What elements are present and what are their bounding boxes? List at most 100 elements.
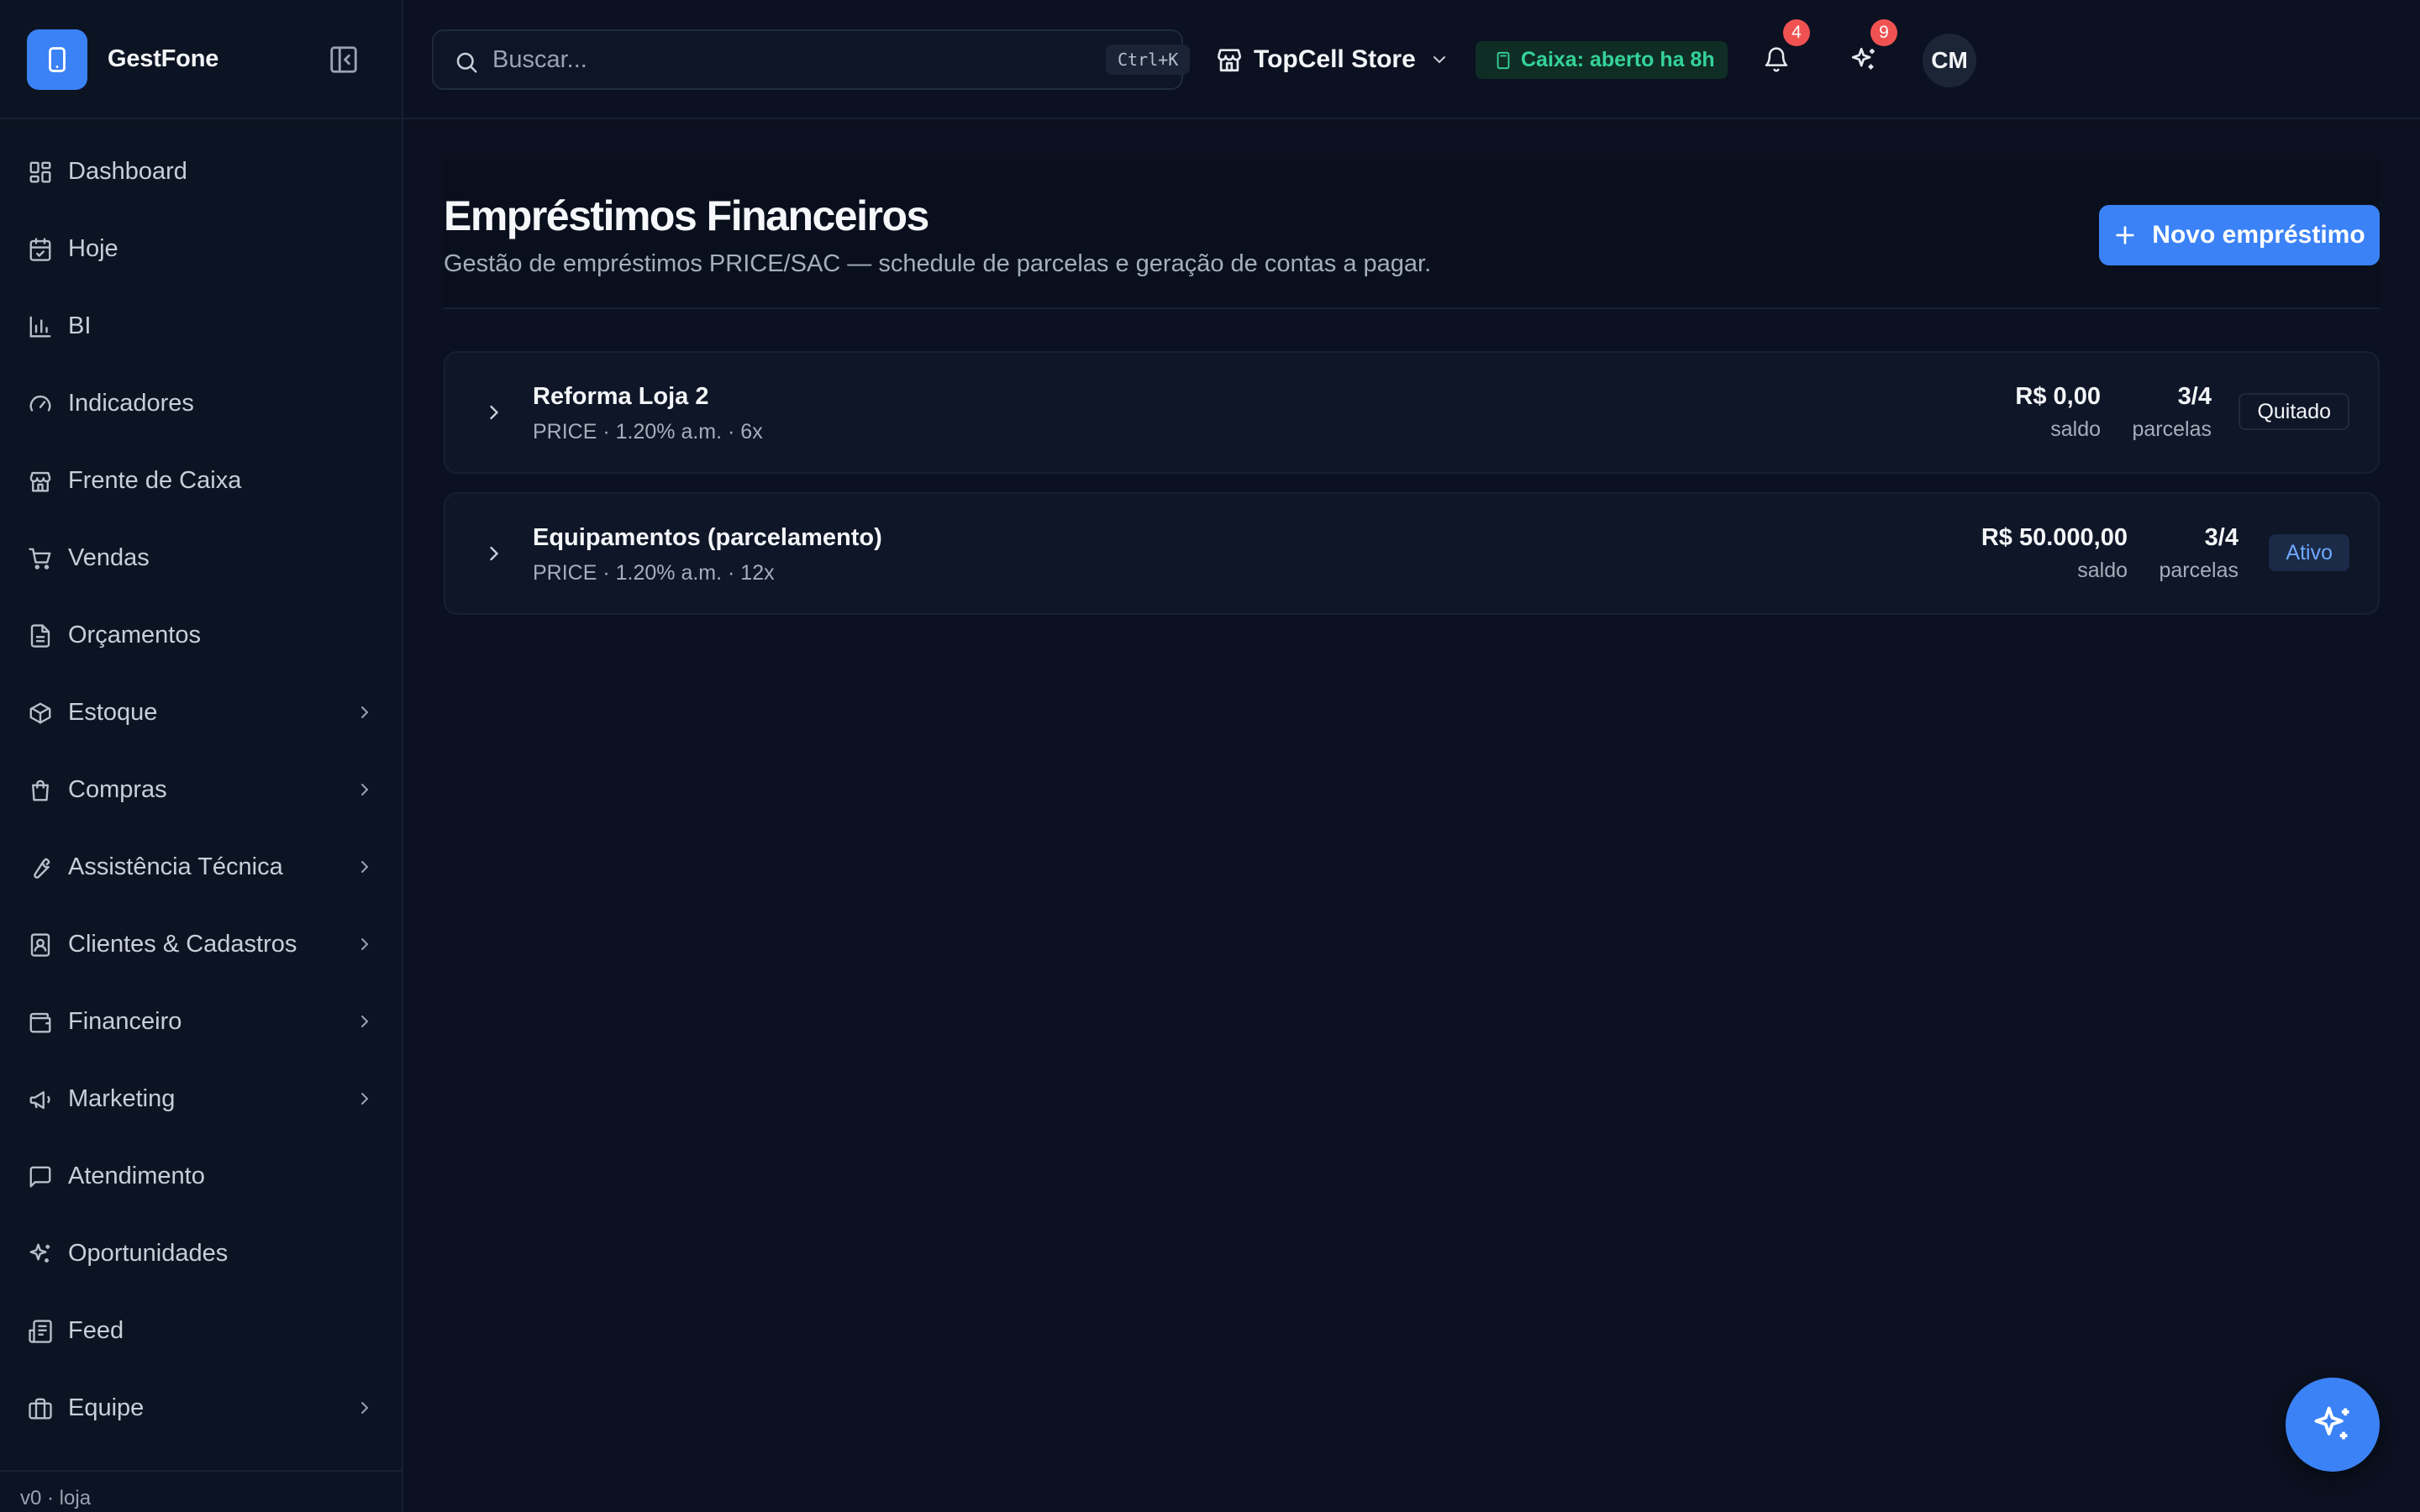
sidebar-item-bi[interactable]: BI — [0, 287, 402, 365]
chevron-right-icon[interactable] — [482, 401, 506, 424]
sidebar-item-orcamentos[interactable]: Orçamentos — [0, 596, 402, 674]
cash-register-status[interactable]: Caixa: aberto ha 8h — [1476, 41, 1728, 79]
sidebar-item-label: Clientes & Cadastros — [68, 931, 297, 958]
sidebar-item-hoje[interactable]: Hoje — [0, 210, 402, 287]
sidebar-item-financeiro[interactable]: Financeiro — [0, 983, 402, 1060]
sidebar-item-dashboard[interactable]: Dashboard — [0, 133, 402, 210]
store-icon — [27, 468, 54, 495]
loan-meta: PRICE · 1.20% a.m. · 6x — [533, 420, 763, 444]
sidebar-nav: Dashboard Hoje BI Indicadores Frente de … — [0, 133, 402, 1446]
page-title: Empréstimos Financeiros — [444, 192, 929, 239]
sidebar-item-label: Dashboard — [68, 158, 187, 185]
cart-icon — [27, 545, 54, 572]
chevron-right-icon — [355, 934, 375, 954]
loan-balance-label: saldo — [2050, 417, 2101, 441]
sidebar-item-label: Oportunidades — [68, 1240, 229, 1267]
ai-insights-button[interactable]: 9 — [1842, 19, 1897, 81]
page-subtitle: Gestão de empréstimos PRICE/SAC — schedu… — [444, 250, 1432, 277]
sidebar-item-label: Vendas — [68, 544, 150, 571]
chevron-right-icon — [355, 1011, 375, 1032]
search-input[interactable] — [492, 31, 1064, 88]
sparkles-icon — [27, 1241, 54, 1268]
sidebar-item-label: Hoje — [68, 235, 118, 262]
user-avatar[interactable]: CM — [1923, 34, 1976, 87]
version-label: v0 · loja — [20, 1487, 92, 1509]
calculator-icon — [1494, 51, 1512, 70]
sidebar-item-indicadores[interactable]: Indicadores — [0, 365, 402, 442]
chevron-right-icon — [355, 702, 375, 722]
loan-installments: 3/4 parcelas — [2160, 524, 2239, 583]
loan-balance-label: saldo — [2077, 559, 2128, 582]
store-selector[interactable]: TopCell Store — [1215, 37, 1449, 82]
phone-icon[interactable] — [27, 29, 87, 90]
chevron-down-icon — [1429, 50, 1449, 70]
chevron-right-icon — [355, 857, 375, 877]
sidebar-item-vendas[interactable]: Vendas — [0, 519, 402, 596]
plus-icon — [2113, 223, 2137, 247]
sidebar-item-label: BI — [68, 312, 92, 339]
sidebar-item-label: Feed — [68, 1317, 124, 1344]
dashboard-icon — [27, 159, 54, 186]
sparkles-icon — [1849, 45, 1878, 74]
sidebar-item-feed[interactable]: Feed — [0, 1292, 402, 1369]
status-badge: Ativo — [2269, 534, 2349, 571]
loan-installments-value: 3/4 — [2204, 524, 2238, 551]
briefcase-icon — [27, 1395, 54, 1422]
loan-installments-value: 3/4 — [2177, 383, 2212, 410]
store-name: TopCell Store — [1254, 45, 1416, 73]
sidebar-item-assistencia-tecnica[interactable]: Assistência Técnica — [0, 828, 402, 906]
wrench-icon — [27, 854, 54, 881]
sidebar: GestFone Dashboard Hoje BI Indicadores F… — [0, 0, 403, 1512]
ai-assistant-button[interactable] — [2286, 1378, 2380, 1472]
sidebar-item-marketing[interactable]: Marketing — [0, 1060, 402, 1137]
loan-name: Equipamentos (parcelamento) — [533, 524, 882, 551]
loan-balance-value: R$ 50.000,00 — [1981, 524, 2128, 551]
sidebar-item-compras[interactable]: Compras — [0, 751, 402, 828]
megaphone-icon — [27, 1086, 54, 1113]
new-loan-button[interactable]: Novo empréstimo — [2099, 205, 2380, 265]
sidebar-item-atendimento[interactable]: Atendimento — [0, 1137, 402, 1215]
brand-header: GestFone — [0, 0, 402, 119]
notifications-badge: 4 — [1783, 19, 1810, 46]
loan-installments: 3/4 parcelas — [2133, 383, 2212, 442]
bar-chart-icon — [27, 313, 54, 340]
chevron-right-icon — [355, 1089, 375, 1109]
search-shortcut: Ctrl+K — [1106, 45, 1191, 75]
chevron-right-icon — [355, 1398, 375, 1418]
bell-icon — [1763, 46, 1790, 73]
topbar: Ctrl+K TopCell Store Caixa: aberto ha 8h… — [403, 0, 2420, 119]
loan-balance: R$ 50.000,00 saldo — [1981, 524, 2128, 583]
search-icon — [454, 50, 479, 75]
loan-card[interactable]: Reforma Loja 2 PRICE · 1.20% a.m. · 6x R… — [444, 351, 2380, 474]
chevron-right-icon — [355, 780, 375, 800]
sidebar-item-equipe[interactable]: Equipe — [0, 1369, 402, 1446]
sidebar-item-label: Marketing — [68, 1085, 176, 1112]
sidebar-item-oportunidades[interactable]: Oportunidades — [0, 1215, 402, 1292]
new-loan-label: Novo empréstimo — [2152, 221, 2365, 249]
contact-icon — [27, 932, 54, 958]
sidebar-item-clientes-cadastros[interactable]: Clientes & Cadastros — [0, 906, 402, 983]
store-icon — [1215, 45, 1244, 74]
sidebar-item-label: Financeiro — [68, 1008, 182, 1035]
loan-balance-value: R$ 0,00 — [2015, 383, 2101, 410]
loan-card[interactable]: Equipamentos (parcelamento) PRICE · 1.20… — [444, 492, 2380, 615]
gauge-icon — [27, 391, 54, 417]
status-badge: Quitado — [2238, 393, 2349, 430]
document-icon — [27, 622, 54, 649]
notifications-button[interactable]: 4 — [1754, 19, 1810, 81]
sidebar-item-frente-de-caixa[interactable]: Frente de Caixa — [0, 442, 402, 519]
sparkles-icon — [2311, 1403, 2354, 1446]
ai-insights-badge: 9 — [1870, 19, 1897, 46]
shopping-bag-icon — [27, 777, 54, 804]
loan-name: Reforma Loja 2 — [533, 383, 709, 410]
page-header: Empréstimos Financeiros Gestão de emprés… — [444, 160, 2380, 309]
cash-status-text: Caixa: aberto ha 8h — [1521, 48, 1715, 71]
search-box[interactable]: Ctrl+K — [432, 29, 1191, 90]
sidebar-item-estoque[interactable]: Estoque — [0, 674, 402, 751]
package-icon — [27, 700, 54, 727]
chevron-right-icon[interactable] — [482, 542, 506, 565]
sidebar-footer: v0 · loja — [0, 1470, 402, 1512]
sidebar-item-label: Assistência Técnica — [68, 853, 283, 880]
sidebar-collapse-icon[interactable] — [326, 42, 361, 77]
loan-meta: PRICE · 1.20% a.m. · 12x — [533, 561, 775, 585]
